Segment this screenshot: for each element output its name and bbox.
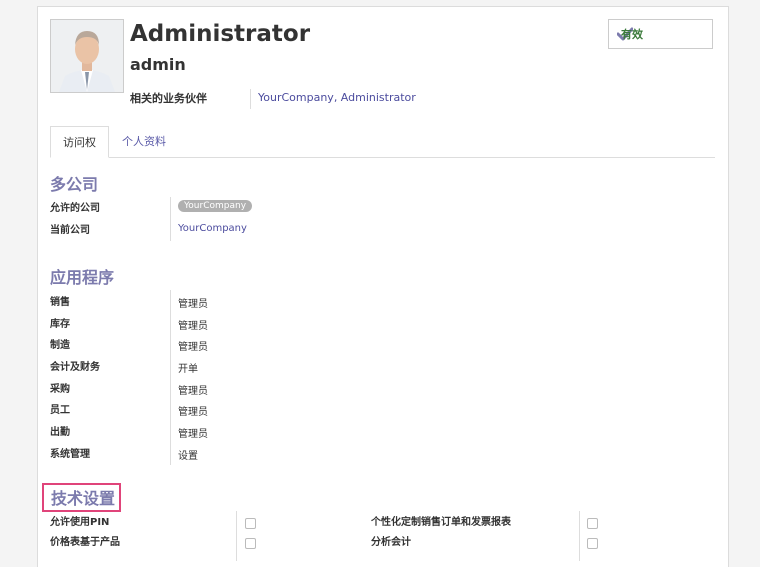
active-status-button[interactable]: 有效 [608, 19, 713, 49]
partner-label: 相关的业务伙伴 [130, 92, 207, 105]
field-divider [236, 511, 237, 561]
app-label-manufacturing: 制造 [50, 340, 70, 351]
field-divider [250, 89, 251, 109]
section-technical-settings: 技术设置 [42, 483, 122, 512]
tech-label-pricelist: 价格表基于产品 [50, 537, 120, 548]
field-divider [170, 197, 171, 241]
notebook-tabs: 访问权 个人资料 [50, 126, 715, 158]
app-value-attendance[interactable]: 管理员 [178, 425, 208, 440]
app-value-employees[interactable]: 管理员 [178, 403, 208, 418]
app-value-purchase[interactable]: 管理员 [178, 382, 208, 397]
app-value-sales[interactable]: 管理员 [178, 295, 208, 310]
avatar-image [51, 20, 123, 92]
tech-checkbox-pin[interactable] [245, 518, 256, 529]
app-label-attendance: 出勤 [50, 427, 70, 438]
app-label-sales: 销售 [50, 297, 70, 308]
tech-checkbox-pricelist[interactable] [245, 538, 256, 549]
user-avatar[interactable] [50, 19, 124, 93]
field-divider [579, 511, 580, 561]
tab-preferences[interactable]: 个人资料 [110, 126, 178, 157]
form-sheet: Administrator admin 相关的业务伙伴 YourCompany,… [37, 6, 729, 567]
tech-label-pin: 允许使用PIN [50, 517, 110, 528]
app-label-administration: 系统管理 [50, 449, 90, 460]
tech-checkbox-report-customization[interactable] [587, 518, 598, 529]
app-label-accounting: 会计及财务 [50, 362, 100, 373]
partner-link[interactable]: YourCompany, Administrator [258, 91, 416, 104]
tab-access-rights[interactable]: 访问权 [50, 126, 109, 158]
field-divider [170, 290, 171, 465]
app-value-accounting[interactable]: 开单 [178, 360, 198, 375]
user-name: Administrator [130, 21, 311, 47]
section-applications: 应用程序 [50, 268, 115, 287]
tech-label-report-customization: 个性化定制销售订单和发票报表 [371, 517, 511, 528]
app-label-purchase: 采购 [50, 384, 70, 395]
tech-checkbox-analytic-accounting[interactable] [587, 538, 598, 549]
section-multi-company: 多公司 [50, 175, 99, 194]
app-value-administration[interactable]: 设置 [178, 447, 198, 462]
user-login: admin [130, 55, 186, 74]
allowed-companies-label: 允许的公司 [50, 203, 100, 214]
current-company-label: 当前公司 [50, 225, 90, 236]
app-value-manufacturing[interactable]: 管理员 [178, 338, 208, 353]
tech-label-analytic-accounting: 分析会计 [371, 537, 411, 548]
current-company-link[interactable]: YourCompany [178, 223, 247, 234]
app-label-employees: 员工 [50, 405, 70, 416]
allowed-company-tag[interactable]: YourCompany [178, 200, 253, 212]
app-label-inventory: 库存 [50, 319, 70, 330]
status-label: 有效 [621, 28, 643, 41]
app-value-inventory[interactable]: 管理员 [178, 317, 208, 332]
